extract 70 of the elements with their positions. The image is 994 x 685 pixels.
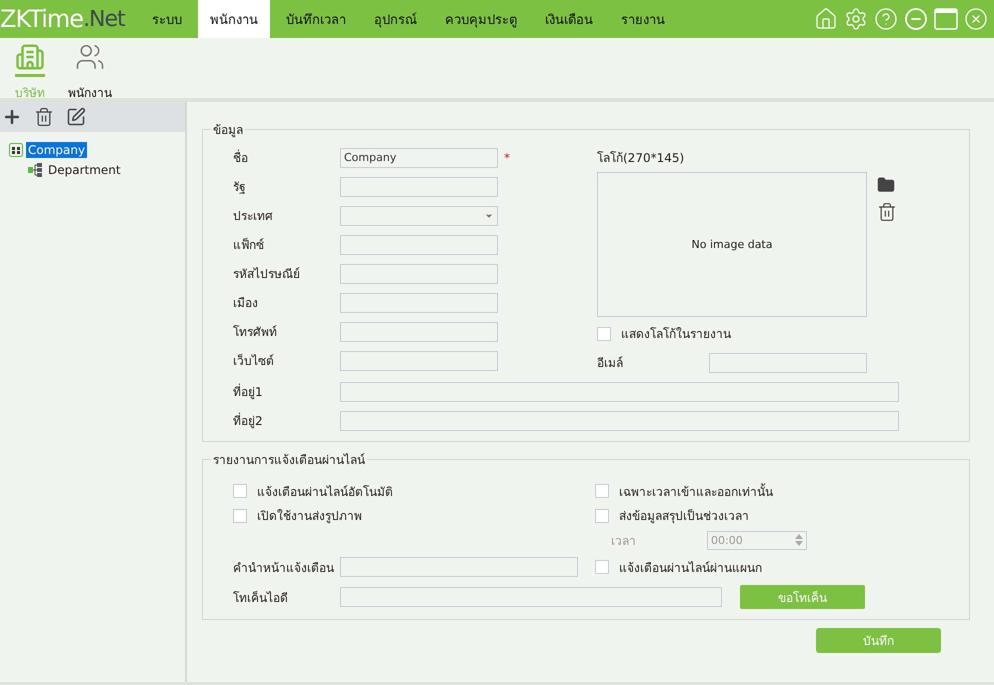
menu-tab[interactable]: เงินเดือน xyxy=(533,0,605,38)
field-label: เว็บไซต์ xyxy=(233,352,275,370)
text-field[interactable] xyxy=(340,322,498,342)
checkbox-label: ส่งข้อมูลสรุปเป็นช่วงเวลา xyxy=(619,508,749,526)
group-title: รายงานการแจ้งเตือนผ่านไลน์ xyxy=(212,452,366,469)
app-logo: ZKTime.Net xyxy=(0,4,126,35)
checkbox-label: แสดงโลโก้ในรายงาน xyxy=(621,326,731,343)
text-field[interactable]: Company xyxy=(340,148,498,168)
text-field[interactable] xyxy=(340,264,498,284)
menu-tab[interactable]: ควบคุมประตู xyxy=(433,0,529,38)
close-icon[interactable] xyxy=(964,7,988,31)
menu-tab[interactable]: อุปกรณ์ xyxy=(362,0,429,38)
field-label: รัฐ xyxy=(233,179,247,196)
text-field[interactable] xyxy=(340,234,498,254)
tree-item[interactable]: Department xyxy=(46,162,123,178)
org-chart-icon xyxy=(28,162,44,178)
minimize-icon[interactable] xyxy=(904,7,928,31)
checkbox-label: แจ้งเตือนผ่านไลน์อัตโนมัติ xyxy=(257,484,393,501)
field-label: โทรศัพท์ xyxy=(233,324,278,341)
field-label: ประเทศ xyxy=(233,208,274,225)
text-field[interactable] xyxy=(709,352,867,372)
maximize-icon[interactable] xyxy=(934,8,958,30)
building-icon xyxy=(8,142,24,158)
field-label: ที่อยู่1 xyxy=(233,382,264,401)
field-label: ชื่อ xyxy=(233,148,249,167)
logo-label: โลโก้(270*145) xyxy=(597,150,686,167)
country-dropdown[interactable] xyxy=(340,206,498,226)
field-label: รหัสไปรษณีย์ xyxy=(233,266,301,283)
text-field[interactable] xyxy=(340,557,578,577)
field-label: คำนำหน้าแจ้งเตือน xyxy=(233,560,335,576)
text-field[interactable] xyxy=(340,176,498,196)
nav-tab[interactable]: พนักงาน xyxy=(64,38,116,98)
tree-item[interactable]: Company xyxy=(26,142,88,158)
field-label: โทเค็นไอดี xyxy=(233,590,289,606)
checkbox-label: แจ้งเตือนผ่านไลน์ผ่านแผนก xyxy=(619,560,762,576)
field-label: แฟ็กซ์ xyxy=(233,236,265,254)
text-field[interactable] xyxy=(340,382,899,402)
folder-icon[interactable] xyxy=(877,176,895,194)
text-field[interactable] xyxy=(340,587,722,607)
people-icon xyxy=(75,42,105,72)
edit-icon[interactable] xyxy=(66,107,86,127)
empty-message: No image data xyxy=(692,238,772,251)
add-icon[interactable] xyxy=(2,107,22,127)
building-icon xyxy=(15,42,45,72)
field-label: เวลา xyxy=(611,532,637,550)
menu-tab[interactable]: บันทึกเวลา xyxy=(274,0,358,38)
checkbox[interactable] xyxy=(595,484,609,498)
checkbox[interactable] xyxy=(595,560,609,574)
home-icon[interactable] xyxy=(814,7,838,31)
settings-icon[interactable] xyxy=(844,7,868,31)
help-icon[interactable] xyxy=(874,7,898,31)
checkbox[interactable] xyxy=(233,484,247,498)
field-label: อีเมล์ xyxy=(597,355,624,372)
required-mark: * xyxy=(503,150,511,164)
text-field[interactable] xyxy=(340,350,498,370)
checkbox[interactable] xyxy=(233,508,247,523)
trash-icon[interactable] xyxy=(877,202,897,222)
checkbox[interactable] xyxy=(597,326,611,340)
checkbox-label: เฉพาะเวลาเข้าและออกเท่านั้น xyxy=(619,482,773,501)
field-label: เมือง xyxy=(233,295,259,312)
menu-tab[interactable]: รายงาน xyxy=(609,0,677,38)
group-title: ข้อมูล xyxy=(212,122,244,139)
checkbox[interactable] xyxy=(595,508,609,523)
field-label: ที่อยู่2 xyxy=(233,412,264,430)
checkbox-label: เปิดใช้งานส่งรูปภาพ xyxy=(257,508,362,526)
text-field[interactable] xyxy=(340,410,899,430)
text-field[interactable] xyxy=(340,292,498,312)
trash-icon[interactable] xyxy=(34,107,54,127)
menu-tab[interactable]: ระบบ xyxy=(140,0,194,38)
menu-tab[interactable]: พนักงาน xyxy=(198,0,270,38)
